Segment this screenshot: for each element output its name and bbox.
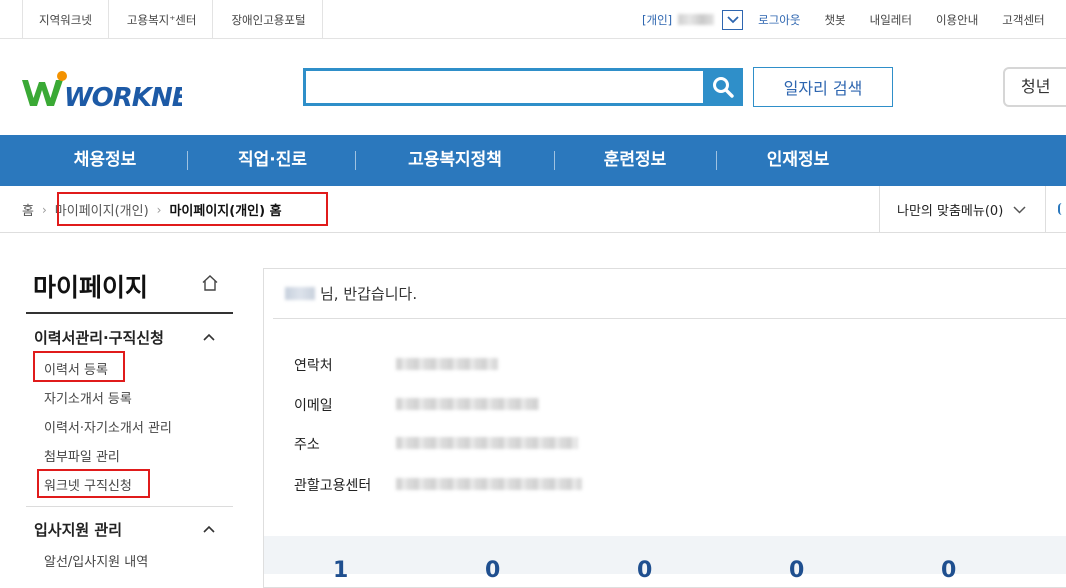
user-name-blurred [285, 287, 315, 300]
chevron-right-icon: › [41, 202, 47, 217]
user-menu-dropdown-button[interactable] [722, 9, 744, 30]
partial-icon [1058, 203, 1066, 215]
sidebar-title: 마이페이지 [33, 273, 149, 302]
sidebar-item-application-history[interactable]: 알선/입사지원 내역 [44, 551, 148, 570]
stat-count[interactable]: 0 [485, 558, 500, 583]
greeting-text: 님, 반갑습니다. [320, 285, 418, 303]
disabled-employment-portal-link[interactable]: 장애인고용포털 [213, 0, 323, 39]
stat-count[interactable]: 1 [333, 558, 348, 583]
contact-label: 연락처 [294, 358, 333, 374]
sidebar-title-divider [26, 312, 233, 314]
user-name-blurred [678, 14, 715, 25]
highlight-box-resume-register [33, 351, 125, 382]
employment-center-value-blurred [396, 478, 582, 490]
svg-text:WORKNET: WORKNET [64, 83, 182, 110]
nav-training-info[interactable]: 훈련정보 [580, 135, 690, 186]
stat-count[interactable]: 0 [941, 558, 956, 583]
chevron-down-icon [1013, 205, 1026, 214]
usage-guide-link[interactable]: 이용안내 [936, 12, 978, 28]
nav-welfare-policy[interactable]: 고용복지정책 [385, 135, 525, 186]
stat-count[interactable]: 0 [637, 558, 652, 583]
user-links: [개인] 로그아웃 챗봇 내일레터 이용안내 고객센터 [642, 0, 1045, 39]
breadcrumb-home[interactable]: 홈 [22, 200, 34, 219]
chatbot-link[interactable]: 챗봇 [824, 12, 845, 28]
nav-talent-info[interactable]: 인재정보 [743, 135, 853, 186]
employment-center-label: 관할고용센터 [294, 478, 372, 494]
logout-link[interactable]: 로그아웃 [758, 12, 800, 28]
sidebar-item-resume-cover-letter-manage[interactable]: 이력서·자기소개서 관리 [44, 417, 172, 436]
newsletter-link[interactable]: 내일레터 [870, 12, 912, 28]
user-type-label: [개인] [642, 12, 673, 27]
nav-job-info[interactable]: 채용정보 [50, 135, 160, 186]
chevron-up-icon[interactable] [203, 525, 215, 533]
utility-bar: 지역워크넷 고용복지⁺센터 장애인고용포털 [개인] 로그아웃 챗봇 내일레터 … [0, 0, 1066, 39]
nav-divider [554, 151, 555, 170]
nav-divider [187, 151, 188, 170]
home-icon[interactable] [201, 274, 219, 292]
job-search-button[interactable]: 일자리 검색 [753, 67, 893, 107]
sidebar-divider [26, 506, 233, 507]
worknet-logo[interactable]: WORKNET [22, 70, 209, 113]
chevron-down-icon [727, 15, 739, 23]
highlight-box-worknet-job-application [37, 469, 150, 498]
highlight-box-breadcrumb [57, 192, 328, 226]
family-site-links: 지역워크넷 고용복지⁺센터 장애인고용포털 [0, 0, 323, 39]
email-label: 이메일 [294, 398, 333, 414]
chevron-up-icon[interactable] [203, 333, 215, 341]
nav-divider [716, 151, 717, 170]
greeting: 님, 반갑습니다. [285, 283, 417, 304]
greeting-divider [273, 318, 1066, 319]
regional-worknet-link[interactable]: 지역워크넷 [22, 0, 109, 39]
main-navigation: 채용정보 직업·진로 고용복지정책 훈련정보 인재정보 [0, 135, 1066, 186]
customer-center-link[interactable]: 고객센터 [1002, 12, 1044, 28]
employment-welfare-center-link[interactable]: 고용복지⁺센터 [109, 0, 214, 39]
nav-divider [355, 151, 356, 170]
stat-count[interactable]: 0 [789, 558, 804, 583]
sidebar-group-application-manage[interactable]: 입사지원 관리 [34, 519, 122, 540]
search-icon [713, 77, 734, 98]
sidebar-item-cover-letter-register[interactable]: 자기소개서 등록 [44, 388, 132, 407]
search-button[interactable] [703, 68, 743, 106]
sidebar-group-resume-job-application[interactable]: 이력서관리·구직신청 [34, 327, 164, 348]
address-label: 주소 [294, 437, 320, 453]
youth-menu-button[interactable]: 청년 [1003, 67, 1066, 107]
search-input[interactable] [306, 71, 701, 103]
search-bar [303, 68, 743, 106]
my-custom-menu-label: 나만의 맞춤메뉴(0) [897, 204, 1004, 219]
contact-value-blurred [396, 358, 498, 370]
nav-career[interactable]: 직업·진로 [215, 135, 330, 186]
my-custom-menu-button[interactable]: 나만의 맞춤메뉴(0) [879, 186, 1046, 233]
sidebar-item-attachment-manage[interactable]: 첨부파일 관리 [44, 446, 120, 465]
address-value-blurred [396, 437, 578, 449]
email-value-blurred [396, 398, 539, 410]
